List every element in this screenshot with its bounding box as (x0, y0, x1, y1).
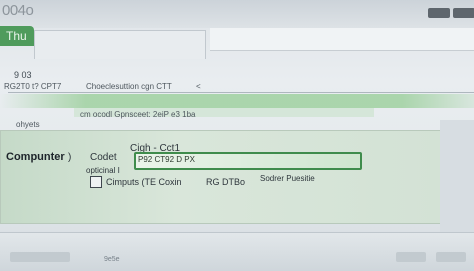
panel-title: Compunter (6, 151, 65, 163)
field-value: Sodrer Puesitie (260, 174, 315, 183)
app-logo: 004o (2, 2, 34, 19)
checkbox-label: Cimputs (TE Coxin (106, 177, 182, 187)
row-label: RG2T0 t? CPT7 (4, 82, 62, 91)
scrollbar[interactable] (440, 120, 474, 232)
status-text: 9e5e (104, 256, 120, 263)
row-flag: < (196, 82, 201, 91)
option-checkbox[interactable] (90, 176, 102, 188)
address-bar[interactable] (210, 28, 474, 51)
title-bar (0, 0, 474, 28)
footer-button[interactable] (436, 252, 466, 262)
close-icon[interactable] (453, 8, 474, 18)
divider (8, 92, 474, 93)
row-description: Choeclesuttion cgn CTT (86, 82, 172, 91)
code-input-value: P92 CT92 D PX (138, 155, 195, 164)
footer-button[interactable] (396, 252, 426, 262)
panel-paren: ) (68, 152, 72, 163)
footer-button[interactable] (10, 252, 70, 262)
code-label: Codet (90, 152, 117, 163)
tab-active-label: Thu (6, 29, 27, 43)
selected-row[interactable] (0, 94, 474, 108)
tab-strip[interactable] (34, 30, 206, 59)
field-value: RG DTBo (206, 177, 246, 187)
record-count: 9 03 (14, 70, 32, 80)
field-label: opticinal I (86, 166, 120, 175)
row-description: cm ocodl Gpnsceet: 2eiP e3 1ba (80, 110, 196, 119)
minimize-icon[interactable] (428, 8, 450, 18)
row-label: ohyets (16, 120, 40, 129)
